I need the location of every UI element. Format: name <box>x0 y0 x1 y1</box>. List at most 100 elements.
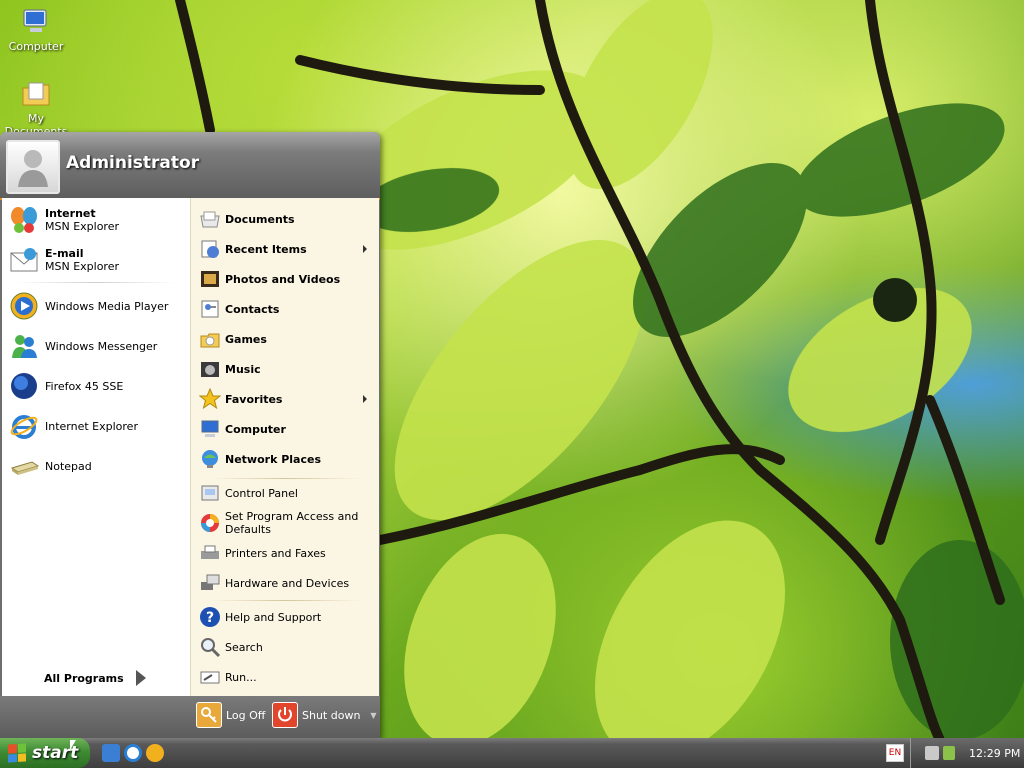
help-label: Search <box>225 640 263 654</box>
help-label: Run... <box>225 670 257 684</box>
search-icon <box>199 636 221 658</box>
recent-label: Internet Explorer <box>45 419 138 433</box>
separator <box>16 282 176 283</box>
arrow-right-icon <box>135 670 146 686</box>
my-documents-icon <box>20 78 52 110</box>
place-label: Games <box>225 332 267 346</box>
place-recent-items[interactable]: Recent Items <box>199 236 377 262</box>
start-menu-programs: Internet MSN Explorer E-mail MSN Explore… <box>2 198 190 729</box>
setting-printers-faxes[interactable]: Printers and Faxes <box>199 540 377 566</box>
network-places-icon <box>199 448 221 470</box>
computer-icon <box>20 6 52 38</box>
user-name: Administrator <box>66 153 200 173</box>
volume-icon[interactable] <box>943 746 955 760</box>
log-off-label: Log Off <box>226 708 266 722</box>
pinned-subtitle: MSN Explorer <box>45 220 119 233</box>
windows-logo-icon <box>8 743 26 763</box>
place-computer[interactable]: Computer <box>199 416 377 442</box>
control-panel-icon <box>199 482 221 504</box>
email-icon <box>8 244 40 276</box>
place-documents[interactable]: Documents <box>199 206 377 232</box>
start-menu-places: Documents Recent Items Photos and Videos… <box>190 198 379 696</box>
recent-firefox[interactable]: Firefox 45 SSE <box>8 368 188 404</box>
place-music[interactable]: Music <box>199 356 377 382</box>
media-player-icon[interactable] <box>146 744 164 762</box>
recent-windows-media-player[interactable]: Windows Media Player <box>8 288 188 324</box>
place-label: Favorites <box>225 392 283 406</box>
photos-videos-icon <box>199 268 221 290</box>
pinned-internet[interactable]: Internet MSN Explorer <box>8 202 188 238</box>
recent-items-icon <box>199 238 221 260</box>
desktop-icon-label: Computer <box>8 40 64 53</box>
log-off-button[interactable]: Log Off <box>196 702 265 728</box>
clock[interactable]: 12:29 PM <box>969 747 1020 760</box>
desktop-icon-my-documents[interactable]: My Documents <box>0 78 76 138</box>
separator <box>211 478 361 479</box>
recent-internet-explorer[interactable]: Internet Explorer <box>8 408 188 444</box>
contacts-icon <box>199 298 221 320</box>
internet-explorer-icon <box>8 410 40 442</box>
start-menu: Administrator Internet MSN Explorer E-ma… <box>0 132 380 738</box>
taskbar: start EN 12:29 PM <box>0 738 1024 768</box>
place-favorites[interactable]: Favorites <box>198 386 377 412</box>
place-label: Recent Items <box>225 242 307 256</box>
run[interactable]: Run... <box>199 664 377 690</box>
games-icon <box>199 328 221 350</box>
recent-label: Windows Messenger <box>45 339 158 353</box>
pinned-title: E-mail <box>45 247 84 260</box>
svg-text:?: ? <box>206 610 214 626</box>
key-icon <box>196 702 222 728</box>
setting-label: Set Program Access and Defaults <box>225 510 359 536</box>
all-programs-button[interactable]: All Programs <box>44 670 146 686</box>
submenu-arrow-icon <box>363 245 367 253</box>
all-programs-label: All Programs <box>44 671 124 685</box>
place-photos-videos[interactable]: Photos and Videos <box>199 266 377 292</box>
search[interactable]: Search <box>199 634 377 660</box>
chevron-down-icon[interactable]: ▼ <box>370 711 376 720</box>
help-icon: ? <box>199 606 221 628</box>
setting-label: Hardware and Devices <box>225 576 350 590</box>
user-avatar-icon[interactable] <box>6 140 60 194</box>
setting-label: Control Panel <box>225 486 298 500</box>
mouse-cursor <box>70 740 76 750</box>
shut-down-button[interactable]: Shut down ▼ <box>272 702 377 728</box>
show-desktop-icon[interactable] <box>102 744 120 762</box>
desktop-icon-computer[interactable]: Computer <box>0 6 76 53</box>
setting-hardware-devices[interactable]: Hardware and Devices <box>199 570 377 596</box>
pinned-title: Internet <box>45 207 96 220</box>
network-icon[interactable] <box>925 746 939 760</box>
pinned-subtitle: MSN Explorer <box>45 260 119 273</box>
setting-control-panel[interactable]: Control Panel <box>199 480 377 506</box>
recent-label: Windows Media Player <box>45 299 169 313</box>
recent-label: Firefox 45 SSE <box>45 379 124 393</box>
submenu-arrow-icon <box>363 395 367 403</box>
shut-down-label: Shut down <box>302 708 361 722</box>
computer-icon <box>199 418 221 440</box>
program-access-icon <box>199 512 221 534</box>
place-label: Documents <box>225 212 295 226</box>
setting-label: Printers and Faxes <box>225 546 326 560</box>
power-icon <box>272 702 298 728</box>
setting-program-access[interactable]: Set Program Access and Defaults <box>199 508 377 538</box>
pinned-email[interactable]: E-mail MSN Explorer <box>8 242 188 278</box>
help-label: Help and Support <box>225 610 322 624</box>
hardware-icon <box>199 572 221 594</box>
start-button[interactable]: start <box>0 738 90 768</box>
help-and-support[interactable]: ? Help and Support <box>199 604 377 630</box>
place-label: Photos and Videos <box>225 272 341 286</box>
recent-notepad[interactable]: Notepad <box>8 448 188 484</box>
notepad-icon <box>8 450 40 482</box>
separator <box>211 600 361 601</box>
language-indicator[interactable]: EN <box>886 744 904 762</box>
favorites-icon <box>198 387 222 410</box>
recent-windows-messenger[interactable]: Windows Messenger <box>8 328 188 364</box>
place-network-places[interactable]: Network Places <box>199 446 377 472</box>
place-contacts[interactable]: Contacts <box>199 296 377 322</box>
internet-explorer-icon[interactable] <box>124 744 142 762</box>
media-player-icon <box>8 290 40 322</box>
place-label: Computer <box>225 422 286 436</box>
recent-label: Notepad <box>45 459 92 473</box>
place-games[interactable]: Games <box>199 326 377 352</box>
messenger-icon <box>8 330 40 362</box>
start-menu-header: Administrator <box>0 132 380 200</box>
